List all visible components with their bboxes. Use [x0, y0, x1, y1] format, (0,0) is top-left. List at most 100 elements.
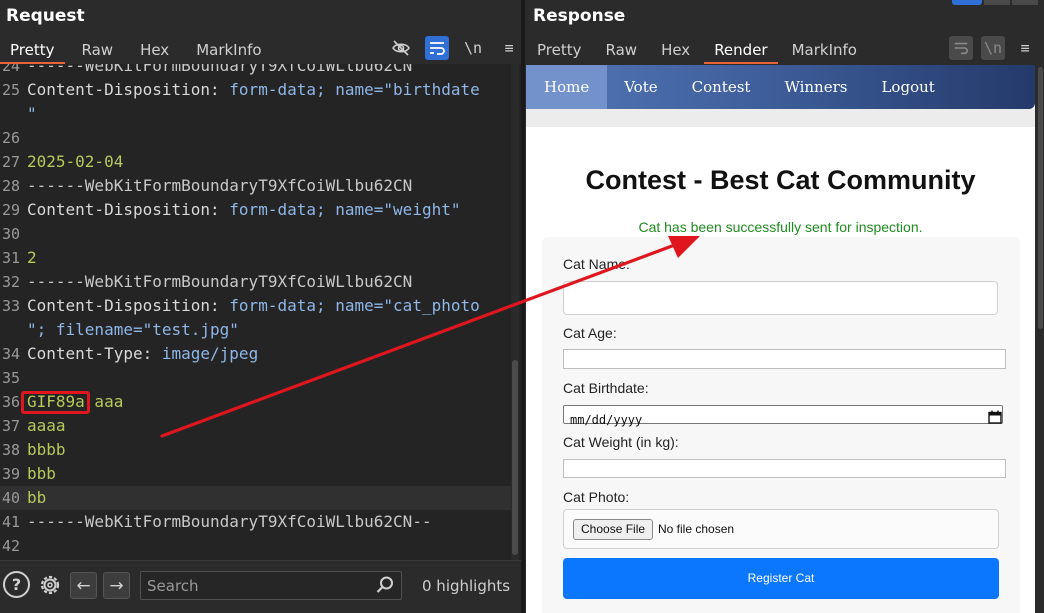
header-value: image/jpeg	[152, 344, 259, 363]
header-name: Content-Disposition:	[27, 296, 220, 315]
cat-photo-label: Cat Photo:	[563, 489, 630, 505]
header-value: form-data; name="cat_photo	[219, 296, 480, 315]
editor-line[interactable]: 31 2	[0, 246, 511, 270]
line-number: 37	[1, 417, 20, 435]
word-wrap-icon[interactable]	[949, 36, 973, 60]
editor-line[interactable]: "	[0, 102, 511, 126]
response-tab-render[interactable]: Render	[704, 38, 779, 64]
editor-line[interactable]: "; filename="test.jpg"	[0, 318, 511, 342]
boundary-text: ------WebKitFormBoundaryT9XfCoiWLlbu62CN	[27, 176, 413, 195]
register-cat-button[interactable]: Register Cat	[563, 558, 999, 599]
editor-line[interactable]: 29 Content-Disposition: form-data; name="…	[0, 198, 511, 222]
contest-card: Contest - Best Cat Community Cat has bee…	[526, 127, 1035, 613]
request-editor[interactable]: 24 ------WebKitFormBoundaryT9XfCoiWLlbu62…	[0, 64, 521, 560]
request-tab-raw[interactable]: Raw	[82, 38, 114, 64]
site-navbar: Home Vote Contest Winners Logout	[526, 65, 1035, 109]
cat-age-input[interactable]	[563, 349, 1006, 369]
editor-line[interactable]: 26	[0, 126, 511, 150]
page-title: Contest - Best Cat Community	[585, 165, 976, 195]
newline-icon[interactable]: \n	[461, 36, 485, 60]
line-number: 36	[1, 393, 20, 411]
header-name: Content-Type:	[27, 344, 153, 363]
menu-icon[interactable]: ≡	[1013, 36, 1037, 60]
line-number: 41	[1, 513, 20, 531]
body-value: bb	[27, 488, 47, 507]
layout-toggle-active[interactable]	[952, 0, 982, 5]
menu-icon[interactable]: ≡	[497, 36, 521, 60]
response-tab-hex[interactable]: Hex	[661, 38, 690, 64]
request-tab-markinfo[interactable]: MarkInfo	[196, 38, 261, 64]
line-code: ------WebKitFormBoundaryT9XfCoiWLlbu62CN	[27, 64, 412, 78]
editor-line[interactable]: 34 Content-Type: image/jpeg	[0, 342, 511, 366]
line-number: 35	[1, 369, 20, 387]
header-value: "	[27, 104, 37, 123]
line-code: bbb	[27, 462, 56, 486]
success-message: Cat has been successfully sent for inspe…	[638, 219, 923, 235]
nav-vote[interactable]: Vote	[607, 65, 674, 109]
line-number: 26	[1, 129, 20, 147]
nav-logout[interactable]: Logout	[864, 65, 951, 109]
settings-gear-icon[interactable]	[36, 571, 63, 598]
choose-file-button[interactable]: Choose File	[573, 519, 654, 540]
newline-icon[interactable]: \n	[981, 36, 1005, 60]
editor-line[interactable]: 28 ------WebKitFormBoundaryT9XfCoiWLlbu62…	[0, 174, 511, 198]
editor-line[interactable]: 36 GIF89a aaa	[0, 390, 511, 414]
layout-toggle[interactable]	[984, 0, 1010, 5]
hide-icon[interactable]	[389, 36, 413, 60]
nav-home[interactable]: Home	[526, 65, 608, 109]
line-code: bbbb	[27, 438, 66, 462]
nav-winners[interactable]: Winners	[767, 65, 864, 109]
editor-line[interactable]: 39 bbb	[0, 462, 511, 486]
request-tab-pretty[interactable]: Pretty	[0, 38, 64, 64]
line-number: 27	[1, 153, 20, 171]
help-icon[interactable]: ?	[3, 571, 30, 598]
line-code: "; filename="test.jpg"	[27, 318, 239, 342]
calendar-icon[interactable]	[988, 410, 1002, 424]
editor-line[interactable]: 41 ------WebKitFormBoundaryT9XfCoiWLlbu62…	[0, 510, 511, 534]
boundary-text: ------WebKitFormBoundaryT9XfCoiWLlbu62CN…	[27, 512, 432, 531]
line-number: 34	[1, 345, 20, 363]
editor-line[interactable]: 35	[0, 366, 511, 390]
search-input[interactable]	[140, 571, 402, 600]
editor-line[interactable]: 25 Content-Disposition: form-data; name="…	[0, 78, 511, 102]
layout-toggle[interactable]	[1012, 0, 1038, 5]
line-code: ------WebKitFormBoundaryT9XfCoiWLlbu62CN…	[27, 510, 432, 534]
nav-contest[interactable]: Contest	[675, 65, 768, 109]
gif89a-highlight-box	[21, 391, 90, 414]
line-code: Content-Type: image/jpeg	[27, 342, 258, 366]
response-tab-pretty[interactable]: Pretty	[537, 38, 582, 64]
editor-line[interactable]: 33 Content-Disposition: form-data; name="…	[0, 294, 511, 318]
response-tab-markinfo[interactable]: MarkInfo	[792, 38, 857, 64]
body-value: bbbb	[27, 440, 66, 459]
editor-line[interactable]: 24 ------WebKitFormBoundaryT9XfCoiWLlbu62…	[0, 64, 511, 78]
editor-line[interactable]: 40 bb	[0, 486, 511, 510]
body-value: 2	[27, 248, 37, 267]
cat-weight-label: Cat Weight (in kg):	[563, 434, 679, 450]
request-tabs: Pretty Raw Hex MarkInfo	[0, 38, 262, 64]
body-value: aaaa	[27, 416, 66, 435]
editor-line[interactable]: 38 bbbb	[0, 438, 511, 462]
editor-line[interactable]: 32 ------WebKitFormBoundaryT9XfCoiWLlbu62…	[0, 270, 511, 294]
editor-line[interactable]: 42	[0, 534, 511, 558]
cat-name-input[interactable]	[563, 281, 998, 315]
request-pane: Request Pretty Raw Hex MarkInfo \n ≡ 24-…	[0, 0, 521, 613]
back-arrow-icon[interactable]: ←	[70, 572, 97, 599]
editor-line[interactable]: 30	[0, 222, 511, 246]
line-code: Content-Disposition: form-data; name="ca…	[27, 294, 480, 318]
search-icon[interactable]	[375, 575, 395, 595]
cat-weight-input[interactable]	[563, 459, 1006, 478]
word-wrap-icon[interactable]	[425, 36, 449, 60]
request-scrollbar-thumb[interactable]	[512, 360, 518, 555]
editor-line[interactable]: 37 aaaa	[0, 414, 511, 438]
response-tab-raw[interactable]: Raw	[606, 38, 638, 64]
line-code: "	[27, 102, 37, 126]
request-tab-hex[interactable]: Hex	[140, 38, 169, 64]
forward-arrow-icon[interactable]: →	[103, 572, 130, 599]
header-value: form-data; name="birthdate	[219, 80, 480, 99]
response-scrollbar-thumb[interactable]	[1038, 67, 1043, 329]
response-title: Response	[533, 6, 626, 26]
line-number: 32	[1, 273, 20, 291]
editor-line[interactable]: 27 2025-02-04	[0, 150, 511, 174]
cat-name-label: Cat Name:	[563, 256, 630, 272]
line-code: Content-Disposition: form-data; name="we…	[27, 198, 460, 222]
